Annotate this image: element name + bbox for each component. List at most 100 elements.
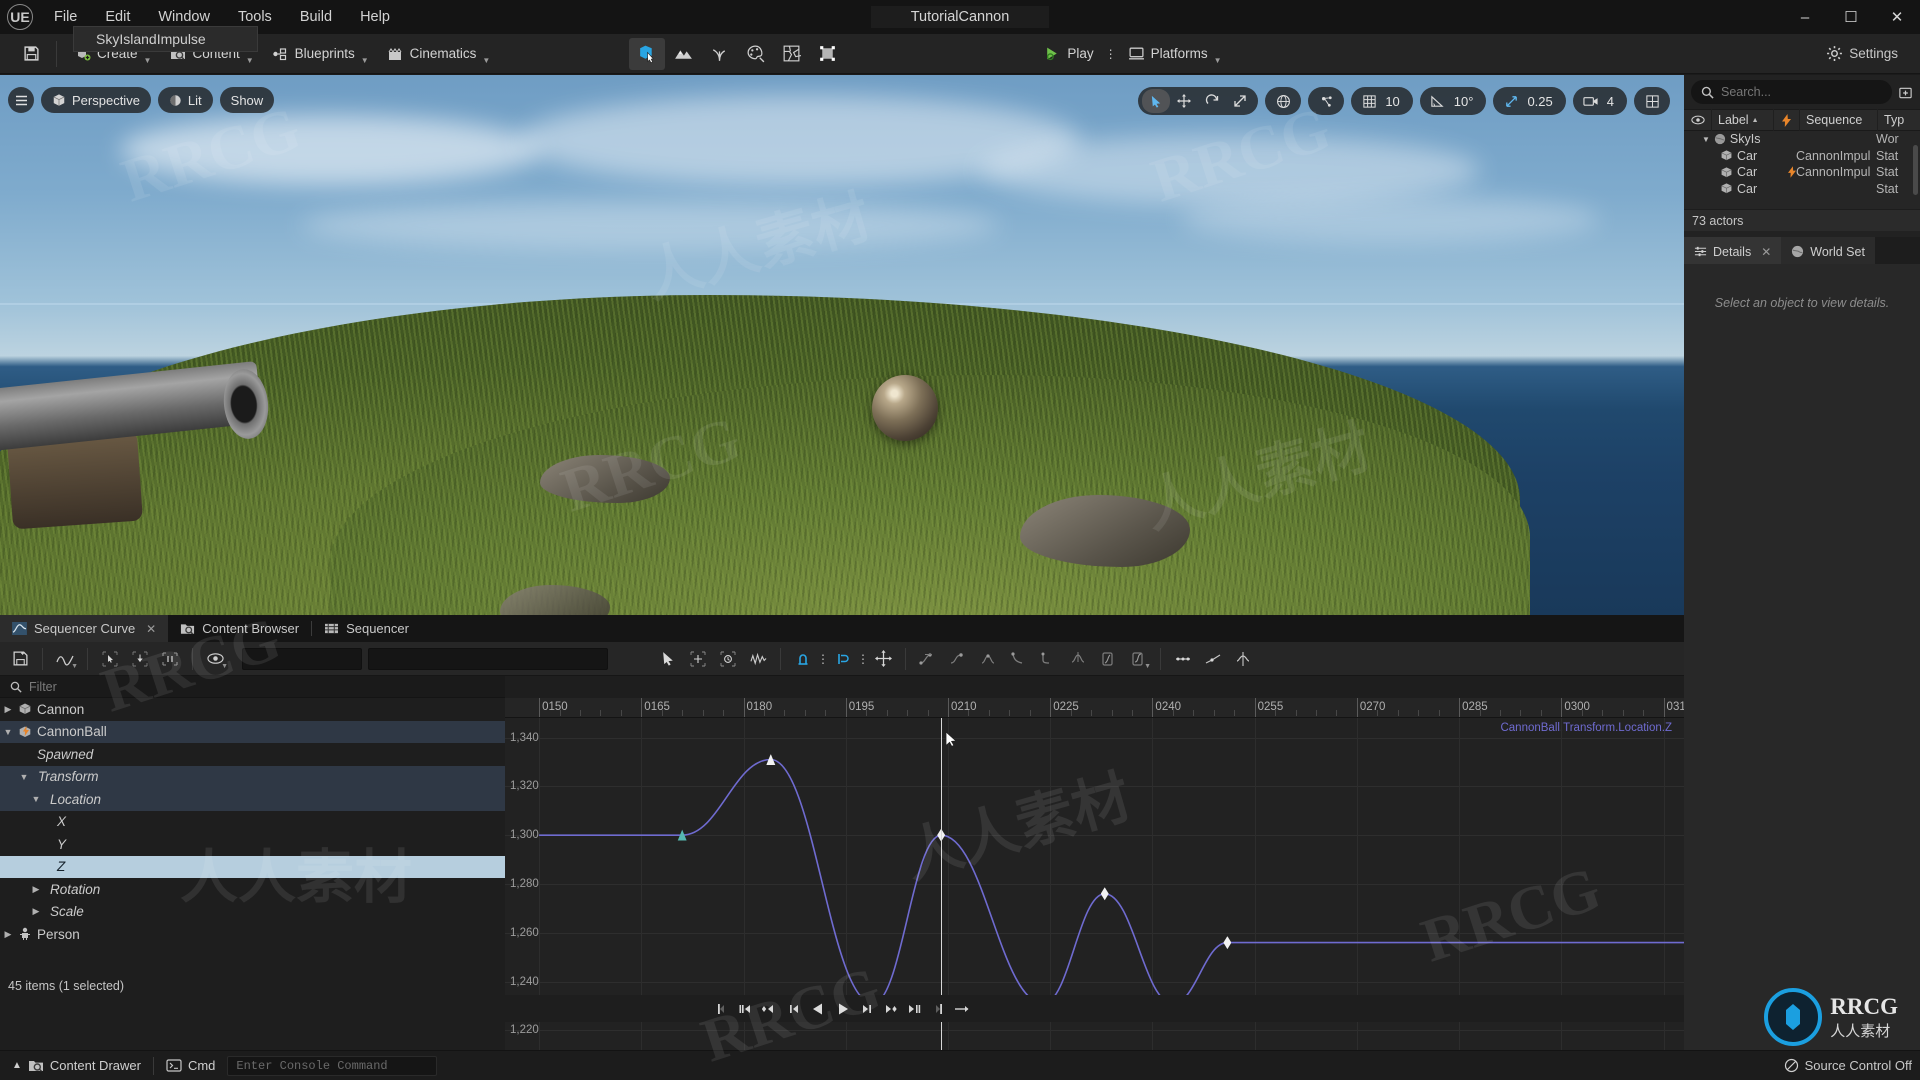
curve-toolbar-field-1[interactable]	[242, 647, 362, 670]
chevron-down-icon[interactable]: ▼	[28, 794, 44, 804]
retime-icon[interactable]	[713, 646, 743, 672]
curve-time-ruler[interactable]: 0150 0165 0180 0195 0210 0225 0240 0255 0270 0285…	[505, 698, 1684, 718]
select-tool-icon[interactable]	[1142, 89, 1171, 113]
play-button[interactable]: Play	[1035, 39, 1102, 69]
track-row-location-x[interactable]: X	[0, 811, 505, 834]
viewport-layout-group[interactable]	[1634, 87, 1670, 115]
cannonball-actor[interactable]	[872, 375, 938, 441]
camera-icon[interactable]	[1577, 89, 1605, 113]
add-actor-icon[interactable]	[1898, 81, 1913, 103]
landscape-mode-icon[interactable]	[665, 38, 701, 70]
console-command-input[interactable]	[227, 1055, 438, 1076]
tab-sequencer-curve[interactable]: Sequencer Curve ✕	[0, 615, 169, 642]
play-options-icon[interactable]: ⋮	[1103, 47, 1119, 61]
surface-snap-icon[interactable]	[1312, 89, 1340, 113]
track-row-cannon[interactable]: ▶ Cannon	[0, 698, 505, 721]
chevron-right-icon[interactable]: ▶	[28, 906, 44, 917]
select-mode-icon[interactable]	[629, 37, 666, 70]
move-tool-icon[interactable]	[1170, 89, 1198, 113]
outliner-column-type[interactable]: Typ	[1878, 109, 1920, 131]
track-row-location[interactable]: ▼ Location	[0, 788, 505, 811]
brush-edit-mode-icon[interactable]	[809, 38, 845, 70]
grid-snap-group[interactable]: 10	[1351, 87, 1413, 115]
menu-build[interactable]: Build	[286, 0, 346, 34]
outliner-row-car-3[interactable]: Car Stat	[1684, 181, 1920, 198]
track-row-transform[interactable]: ▼ Transform	[0, 765, 505, 788]
outliner-row-car-1[interactable]: Car CannonImpul Stat	[1684, 148, 1920, 165]
foliage-mode-icon[interactable]	[701, 38, 737, 70]
next-key-icon[interactable]	[879, 998, 901, 1020]
angle-snap-icon[interactable]	[1424, 89, 1452, 113]
save-curve-icon[interactable]	[5, 646, 35, 672]
track-row-person[interactable]: ▶ Person	[0, 923, 505, 946]
chevron-right-icon[interactable]: ▶	[0, 929, 16, 940]
content-drawer-button[interactable]: ▲ Content Drawer	[0, 1051, 153, 1080]
console-input[interactable]	[236, 1058, 429, 1073]
file-menu-dropdown[interactable]: SkyIslandImpulse	[73, 26, 258, 52]
scale-snap-group[interactable]: 0.25	[1493, 87, 1566, 115]
grid-snap-icon[interactable]	[1355, 89, 1383, 113]
play-forward-icon[interactable]	[831, 998, 853, 1020]
track-row-spawned[interactable]: Spawned	[0, 743, 505, 766]
world-space-icon[interactable]	[1269, 89, 1297, 113]
viewport-perspective-button[interactable]: Perspective	[41, 87, 151, 113]
move-tool-icon[interactable]	[125, 646, 155, 672]
scale-snap-icon[interactable]	[1497, 89, 1525, 113]
blueprints-button[interactable]: Blueprints ▼	[263, 39, 378, 69]
filter-input[interactable]	[29, 679, 495, 694]
cmd-button[interactable]: Cmd	[154, 1051, 227, 1080]
angle-snap-group[interactable]: 10°	[1419, 87, 1487, 115]
play-reverse-icon[interactable]	[807, 998, 829, 1020]
cinematics-button[interactable]: Cinematics ▼	[378, 39, 500, 69]
outliner-search-box[interactable]	[1691, 80, 1892, 104]
chevron-right-icon[interactable]: ▶	[0, 704, 16, 715]
close-icon[interactable]: ✕	[1874, 0, 1920, 34]
tab-details[interactable]: Details ✕	[1684, 237, 1782, 264]
tab-content-browser[interactable]: Content Browser	[168, 615, 311, 642]
snap-time-options-icon[interactable]: ⋮	[817, 652, 829, 666]
weighted-tangents-icon[interactable]	[1093, 646, 1123, 672]
loop-icon[interactable]	[951, 998, 973, 1020]
step-forward-frames-icon[interactable]	[903, 998, 925, 1020]
framing-icon[interactable]	[155, 646, 185, 672]
camera-speed-group[interactable]: 4	[1572, 87, 1627, 115]
rotate-tool-icon[interactable]	[1198, 89, 1226, 113]
search-input[interactable]	[1721, 85, 1882, 99]
visibility-icon[interactable]: ▼	[200, 646, 230, 672]
step-forward-icon[interactable]	[855, 998, 877, 1020]
curve-track-tree[interactable]: ▶ Cannon ▼ CannonBall Spawned ▼ Transfor…	[0, 698, 505, 976]
prev-key-icon[interactable]	[759, 998, 781, 1020]
constant-icon[interactable]	[1063, 646, 1093, 672]
mesh-paint-mode-icon[interactable]	[737, 38, 773, 70]
curve-filter-icon[interactable]	[743, 646, 773, 672]
expand-arrow-icon[interactable]: ▼	[1702, 135, 1710, 144]
jump-to-start-icon[interactable]	[711, 998, 733, 1020]
move-keys-icon[interactable]	[868, 646, 898, 672]
level-viewport[interactable]: Perspective Lit Show 10 10° 0.25 4	[0, 75, 1684, 615]
chevron-down-icon[interactable]: ▼	[16, 772, 32, 782]
outliner-row-car-2[interactable]: Car CannonImpul Stat	[1684, 164, 1920, 181]
close-icon[interactable]: ✕	[146, 622, 156, 636]
fracture-mode-icon[interactable]	[773, 38, 809, 70]
chevron-down-icon[interactable]: ▼	[0, 727, 16, 737]
cubic-user-icon[interactable]	[973, 646, 1003, 672]
outliner-column-label[interactable]: Label ▲	[1712, 109, 1774, 131]
visibility-icon[interactable]	[1684, 109, 1712, 131]
straighten-tangents-icon[interactable]	[1198, 646, 1228, 672]
outliner-list[interactable]: ▼ SkyIs Wor Car CannonImpul Stat Car Can…	[1684, 131, 1920, 209]
transform-keys-icon[interactable]	[683, 646, 713, 672]
curve-tree-filter[interactable]	[0, 676, 505, 698]
track-row-location-y[interactable]: Y	[0, 833, 505, 856]
outliner-column-sequence[interactable]: Sequence	[1800, 109, 1878, 131]
settings-button[interactable]: Settings	[1816, 39, 1908, 69]
curve-preset-icon[interactable]: ▼	[50, 646, 80, 672]
snap-time-icon[interactable]	[788, 646, 818, 672]
break-tangents-icon[interactable]: ▼	[1123, 646, 1153, 672]
cubic-break-icon[interactable]	[1003, 646, 1033, 672]
linear-icon[interactable]	[1033, 646, 1063, 672]
platforms-button[interactable]: Platforms ▼	[1119, 39, 1231, 69]
step-back-icon[interactable]	[783, 998, 805, 1020]
maximize-icon[interactable]: ☐	[1828, 0, 1874, 34]
scale-tool-icon[interactable]	[1226, 89, 1254, 113]
outliner-scrollbar[interactable]	[1913, 145, 1918, 195]
